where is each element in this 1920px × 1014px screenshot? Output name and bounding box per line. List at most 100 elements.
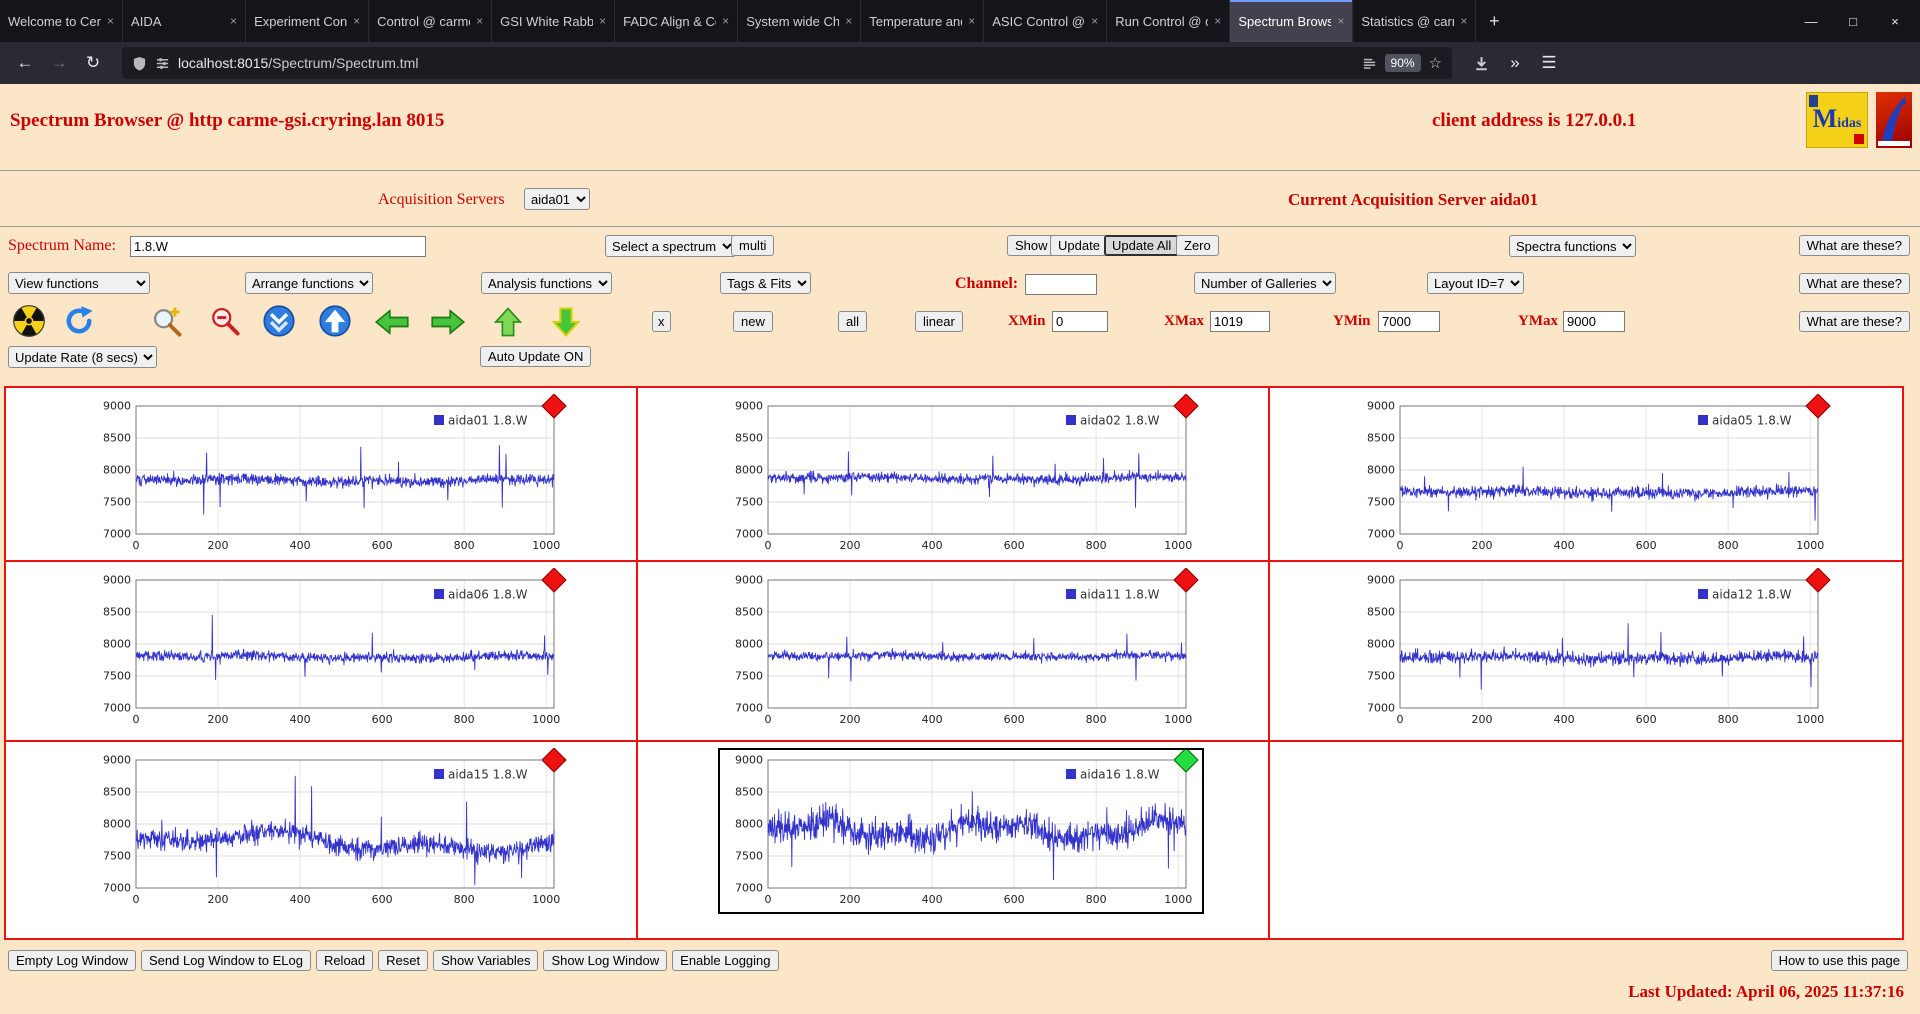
what-are-these-button[interactable]: What are these? — [1798, 235, 1910, 256]
zoom-level-badge[interactable]: 90% — [1384, 54, 1421, 72]
new-tab-button[interactable]: + — [1476, 0, 1512, 42]
reload-button[interactable]: Reload — [315, 950, 374, 971]
multi-button[interactable]: multi — [731, 235, 775, 256]
svg-text:600: 600 — [1004, 713, 1025, 726]
tab-gsi-white-rabbit[interactable]: GSI White Rabbit × — [492, 0, 616, 42]
tab-close-icon[interactable]: × — [476, 14, 483, 28]
arrow-up-icon[interactable] — [490, 306, 526, 338]
downloads-icon[interactable] — [1466, 48, 1496, 78]
window-close-button[interactable]: × — [1874, 14, 1916, 29]
spectrum-name-input[interactable] — [130, 236, 426, 257]
arrange-functions-dropdown[interactable]: Arrange functions — [245, 272, 373, 294]
channel-input[interactable] — [1025, 274, 1097, 295]
zero-button[interactable]: Zero — [1176, 235, 1219, 256]
tab-experiment-cont[interactable]: Experiment Cont × — [246, 0, 370, 42]
empty-log-window-button[interactable]: Empty Log Window — [8, 950, 136, 971]
x-button[interactable]: x — [652, 311, 671, 332]
bookmark-star-icon[interactable]: ☆ — [1429, 54, 1442, 72]
tab-close-icon[interactable]: × — [353, 14, 360, 28]
update-rate-dropdown[interactable]: Update Rate (8 secs) — [8, 346, 157, 368]
tab-close-icon[interactable]: × — [1337, 14, 1344, 28]
forward-button[interactable]: → — [44, 48, 74, 78]
acquisition-server-select[interactable]: aida01 — [524, 188, 590, 210]
url-text[interactable]: localhost:8015/Spectrum/Spectrum.tml — [178, 55, 1354, 71]
reader-view-icon[interactable] — [1362, 56, 1377, 71]
menu-icon[interactable]: ☰ — [1534, 48, 1564, 78]
back-button[interactable]: ← — [10, 48, 40, 78]
tab-spectrum-brows[interactable]: Spectrum Brows × — [1230, 0, 1354, 42]
reload-button[interactable]: ↻ — [78, 48, 108, 78]
tab-control-carme[interactable]: Control @ carme × — [369, 0, 493, 42]
how-to-use-button[interactable]: How to use this page — [1770, 950, 1908, 971]
tags-fits-dropdown[interactable]: Tags & Fits — [720, 272, 811, 294]
spectrum-cell-aida12[interactable]: 7000 7500 8000 8500 9000 0 200 400 600 800 1000 aid… — [1270, 562, 1902, 742]
tab-system-wide-che[interactable]: System wide Che × — [738, 0, 862, 42]
tab-welcome-to-cen[interactable]: Welcome to Cen × — [0, 0, 124, 42]
page-title: Spectrum Browser @ http carme-gsi.cryrin… — [10, 110, 445, 131]
xmax-input[interactable] — [1210, 311, 1270, 332]
toolbar-overflow-icon[interactable]: » — [1500, 48, 1530, 78]
spectra-functions-dropdown[interactable]: Spectra functions — [1509, 235, 1636, 257]
spectrum-cell-aida01[interactable]: 7000 7500 8000 8500 9000 0 200 400 600 800 1000 aid… — [6, 388, 638, 562]
send-log-window-to-elog-button[interactable]: Send Log Window to ELog — [141, 950, 311, 971]
select-spectrum-dropdown[interactable]: Select a spectrum — [605, 235, 736, 257]
show-button[interactable]: Show — [1007, 235, 1056, 256]
window-minimize-button[interactable]: — — [1790, 14, 1832, 29]
linear-scale-button[interactable]: linear — [915, 311, 963, 332]
tab-close-icon[interactable]: × — [1214, 14, 1221, 28]
show-log-window-button[interactable]: Show Log Window — [543, 950, 668, 971]
new-button[interactable]: new — [733, 311, 773, 332]
refresh-icon[interactable] — [62, 304, 96, 338]
ymin-input[interactable] — [1378, 311, 1440, 332]
spectrum-cell-aida16[interactable]: 7000 7500 8000 8500 9000 0 200 400 600 800 1000 aid… — [638, 742, 1270, 938]
spectrum-cell-aida11[interactable]: 7000 7500 8000 8500 9000 0 200 400 600 800 1000 aid… — [638, 562, 1270, 742]
tab-close-icon[interactable]: × — [599, 14, 606, 28]
zoom-in-icon[interactable] — [150, 304, 184, 338]
svg-text:8500: 8500 — [103, 786, 131, 799]
radioactive-icon[interactable] — [12, 304, 46, 338]
ymax-input[interactable] — [1563, 311, 1625, 332]
update-button[interactable]: Update — [1050, 235, 1108, 256]
tab-close-icon[interactable]: × — [968, 14, 975, 28]
spectrum-cell-aida15[interactable]: 7000 7500 8000 8500 9000 0 200 400 600 800 1000 aid… — [6, 742, 638, 938]
tracking-protection-shield-icon[interactable] — [132, 56, 147, 71]
tab-close-icon[interactable]: × — [230, 14, 237, 28]
arrow-right-icon[interactable] — [430, 306, 466, 338]
reset-button[interactable]: Reset — [378, 950, 429, 971]
site-permissions-icon[interactable] — [155, 56, 170, 71]
what-are-these-button[interactable]: What are these? — [1798, 311, 1910, 332]
zoom-out-icon[interactable] — [207, 304, 241, 338]
number-of-galleries-dropdown[interactable]: Number of Galleries — [1194, 272, 1336, 294]
view-functions-dropdown[interactable]: View functions — [8, 272, 150, 294]
layout-id-dropdown[interactable]: Layout ID=7 — [1427, 272, 1524, 294]
svg-text:400: 400 — [1554, 539, 1575, 552]
tab-close-icon[interactable]: × — [722, 14, 729, 28]
tab-asic-control-c[interactable]: ASIC Control @ c × — [984, 0, 1108, 42]
window-maximize-button[interactable]: □ — [1832, 14, 1874, 29]
spectrum-cell-aida02[interactable]: 7000 7500 8000 8500 9000 0 200 400 600 800 1000 aid… — [638, 388, 1270, 562]
tab-temperature-and[interactable]: Temperature and × — [861, 0, 985, 42]
expand-vertical-icon[interactable] — [318, 304, 352, 338]
what-are-these-button[interactable]: What are these? — [1798, 273, 1910, 294]
shrink-vertical-icon[interactable] — [262, 304, 296, 338]
tab-close-icon[interactable]: × — [1460, 14, 1467, 28]
url-bar[interactable]: localhost:8015/Spectrum/Spectrum.tml 90%… — [122, 47, 1452, 79]
spectrum-cell-aida06[interactable]: 7000 7500 8000 8500 9000 0 200 400 600 800 1000 aid… — [6, 562, 638, 742]
tab-aida[interactable]: AIDA × — [123, 0, 247, 42]
spectrum-cell-aida05[interactable]: 7000 7500 8000 8500 9000 0 200 400 600 800 1000 aid… — [1270, 388, 1902, 562]
arrow-down-icon[interactable] — [548, 306, 584, 338]
auto-update-button[interactable]: Auto Update ON — [480, 346, 592, 367]
tab-close-icon[interactable]: × — [107, 14, 114, 28]
show-variables-button[interactable]: Show Variables — [433, 950, 539, 971]
update-all-button[interactable]: Update All — [1104, 235, 1180, 256]
tab-close-icon[interactable]: × — [845, 14, 852, 28]
xmin-input[interactable] — [1052, 311, 1108, 332]
tab-fadc-align-co[interactable]: FADC Align & Co × — [615, 0, 739, 42]
tab-run-control-c[interactable]: Run Control @ c × — [1107, 0, 1231, 42]
arrow-left-icon[interactable] — [374, 306, 410, 338]
analysis-functions-dropdown[interactable]: Analysis functions — [481, 272, 612, 294]
all-button[interactable]: all — [838, 311, 868, 332]
enable-logging-button[interactable]: Enable Logging — [672, 950, 779, 971]
tab-statistics-carm[interactable]: Statistics @ carm × — [1353, 0, 1477, 42]
tab-close-icon[interactable]: × — [1091, 14, 1098, 28]
